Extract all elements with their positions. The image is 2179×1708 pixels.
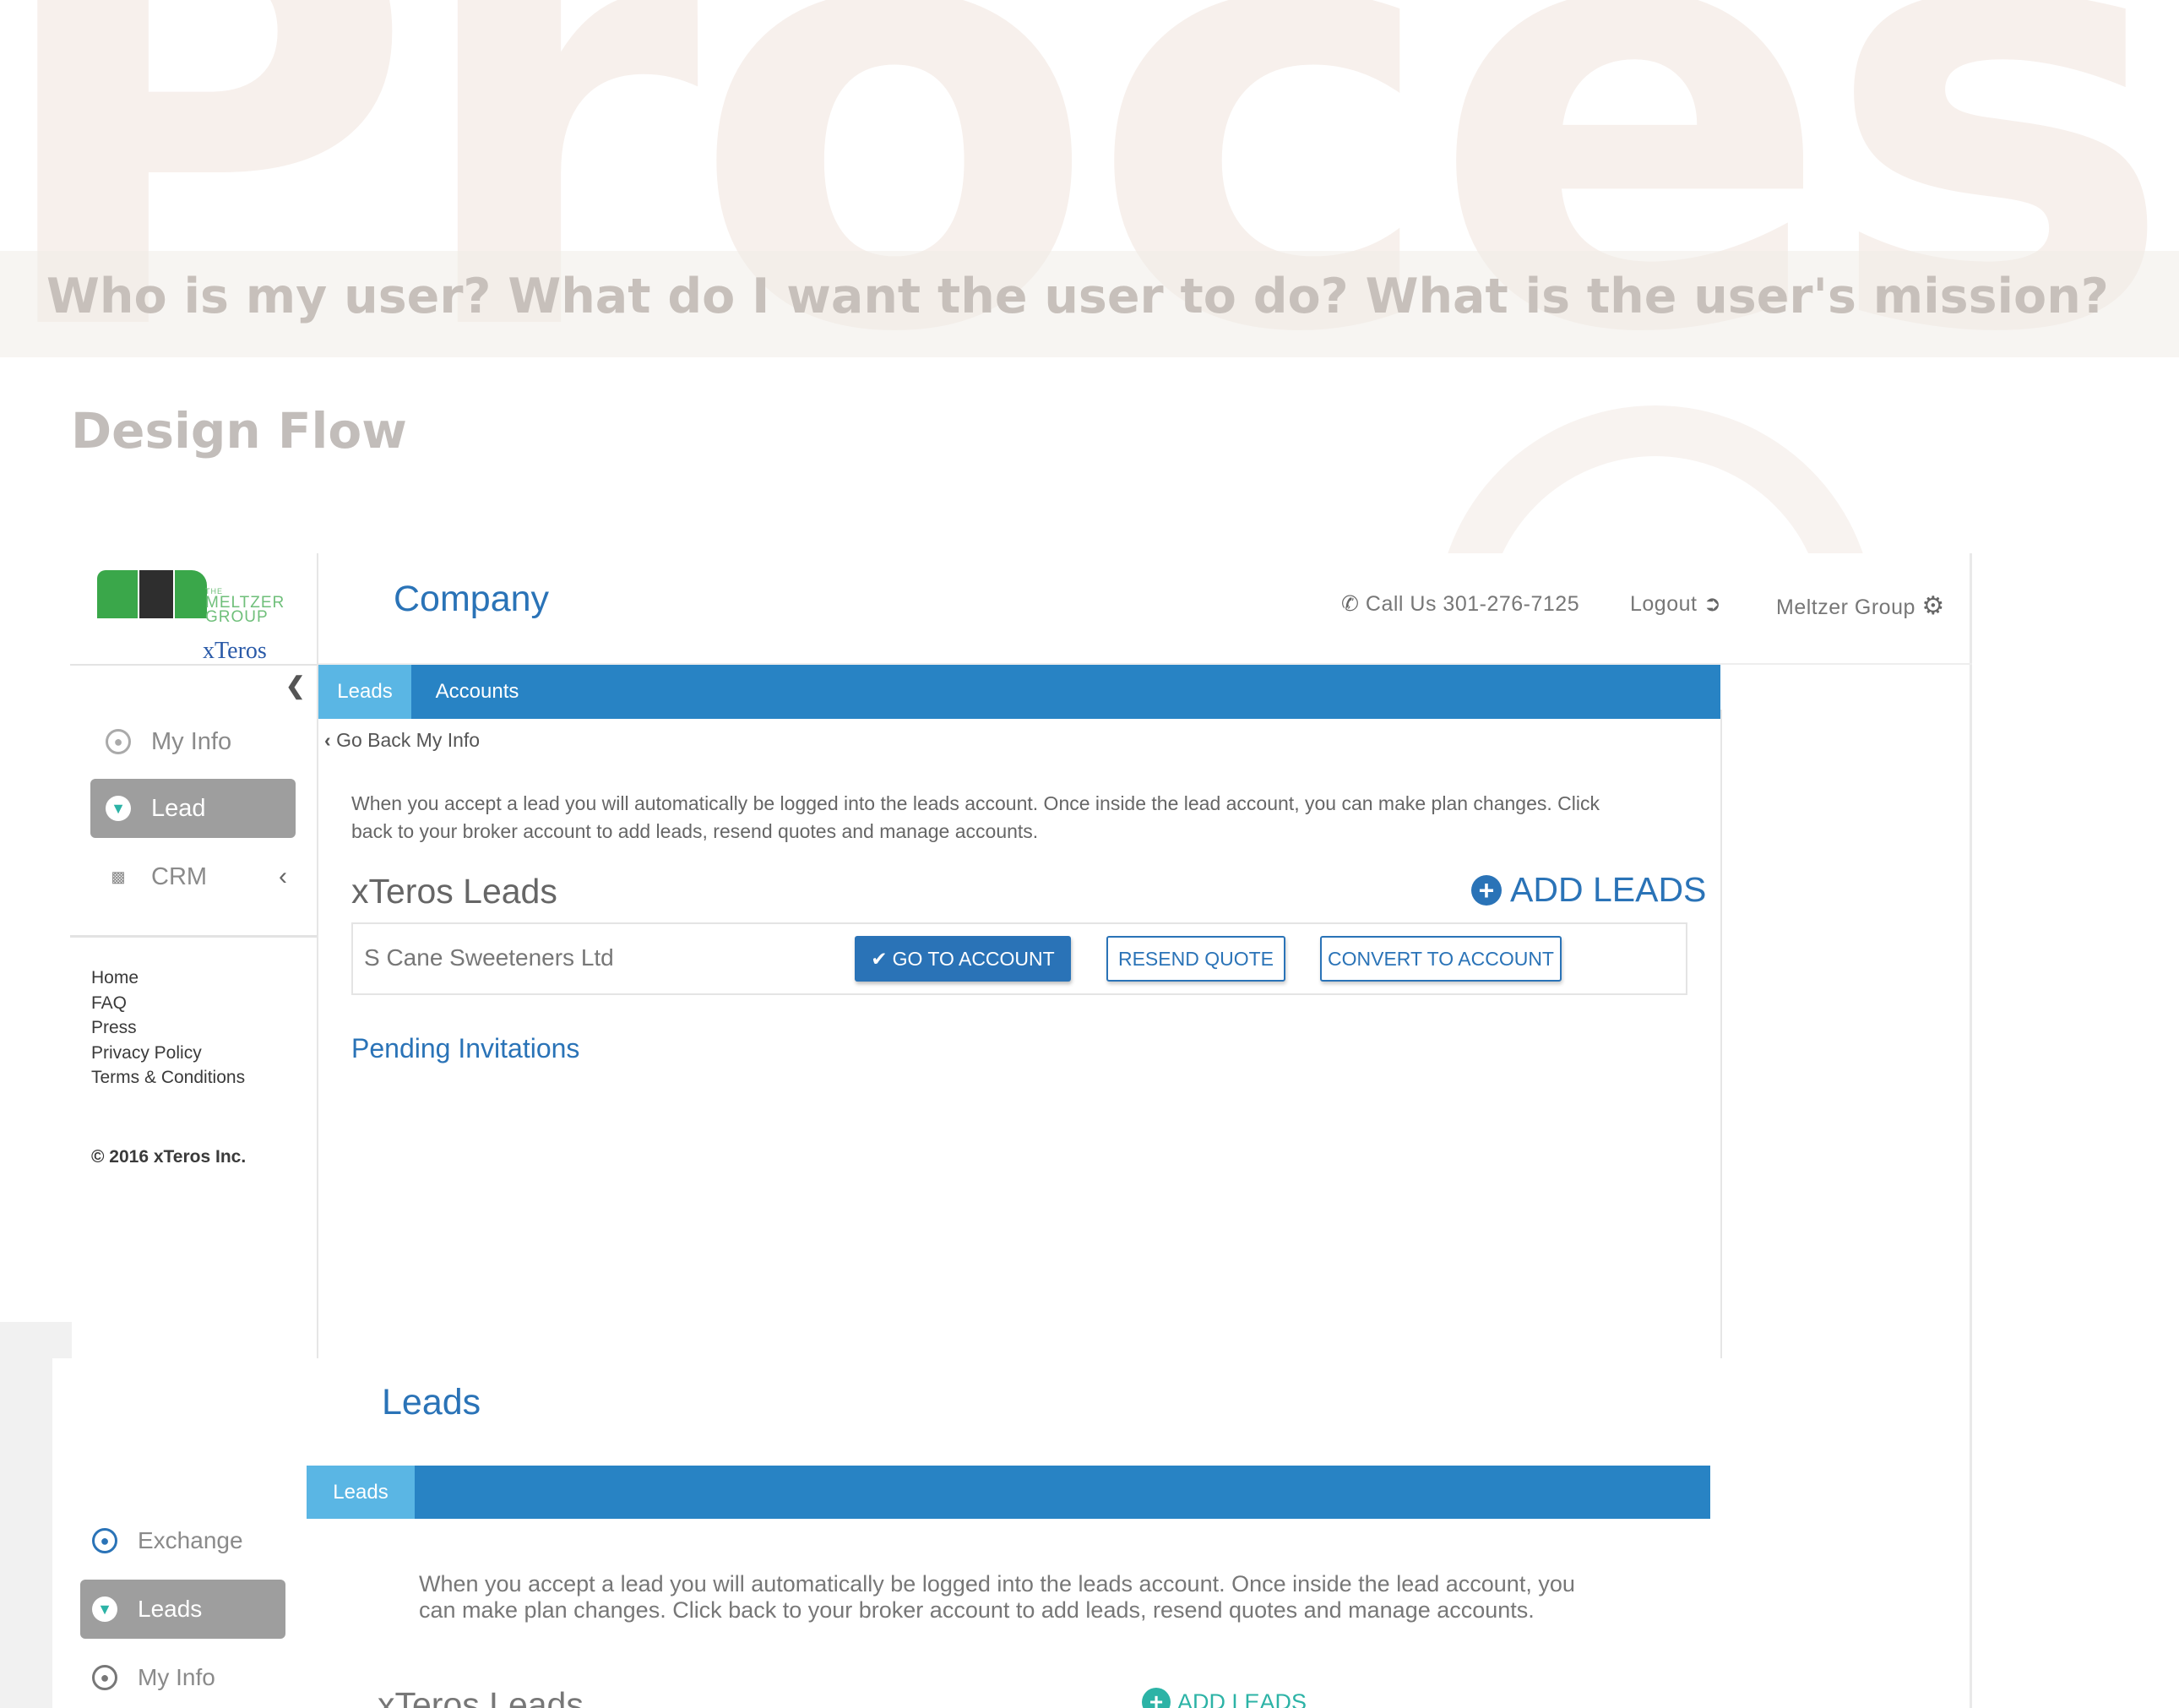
lead-name: S Cane Sweeteners Ltd [364, 944, 614, 971]
xteros-logo: xTeros [203, 638, 267, 664]
mockup-leads-screen [52, 1358, 1970, 1708]
intro-line: can make plan changes. Click back to you… [419, 1597, 1535, 1623]
convert-to-account-button[interactable]: CONVERT TO ACCOUNT [1320, 936, 1562, 982]
funnel-icon: ▼ [92, 1596, 117, 1622]
sidebar-item-label: Leads [138, 1596, 203, 1622]
footer-link-privacy[interactable]: Privacy Policy [91, 1041, 245, 1066]
add-leads-label: ADD LEADS [1177, 1689, 1307, 1708]
content-divider [1720, 710, 1722, 1360]
sidebar-rule [70, 935, 317, 938]
go-to-account-button[interactable]: ✔ GO TO ACCOUNT [855, 936, 1071, 982]
bar-chart-icon: ▩ [111, 868, 126, 885]
mockup-frame-edge [1970, 553, 1972, 1708]
add-leads-label: ADD LEADS [1510, 870, 1707, 909]
page-title: Company [394, 579, 550, 619]
account-menu[interactable]: Meltzer Group ⚙ [1776, 591, 1945, 621]
sidebar-item-label: Exchange [138, 1527, 243, 1553]
intro-line: back to your broker account to add leads… [351, 820, 1039, 842]
copyright: © 2016 xTeros Inc. [91, 1147, 247, 1167]
go-back-link[interactable]: ‹ Go Back My Info [324, 729, 480, 752]
sidebar-item-lead[interactable]: ▼ Lead [90, 779, 296, 838]
tab-bar [307, 1466, 1710, 1519]
pending-invitations-link[interactable]: Pending Invitations [351, 1033, 579, 1064]
plus-circle-icon: + [1471, 874, 1502, 906]
globe-icon: ● [92, 1528, 117, 1553]
plus-circle-icon: + [1142, 1688, 1171, 1708]
collapse-sidebar-icon[interactable]: ❮ [285, 672, 305, 699]
sidebar-item-my-info[interactable]: ● My Info [90, 712, 296, 771]
footer-link-faq[interactable]: FAQ [91, 991, 245, 1016]
funnel-icon: ▼ [106, 796, 131, 821]
page-title: Leads [382, 1382, 481, 1422]
gear-icon: ⚙ [1921, 592, 1945, 620]
tab-accounts[interactable]: Accounts [422, 665, 532, 719]
intro-line: When you accept a lead you will automati… [351, 792, 1600, 814]
user-circle-icon: ● [92, 1665, 117, 1690]
meltzer-logo[interactable]: THE MELTZER GROUP xTeros [97, 570, 291, 664]
add-leads-button[interactable]: + ADD LEADS [1142, 1688, 1307, 1708]
tab-leads[interactable]: Leads [307, 1466, 415, 1519]
chevron-left-icon[interactable]: ‹ [279, 862, 287, 891]
sidebar-item-leads[interactable]: ▼ Leads [80, 1580, 285, 1639]
tab-leads[interactable]: Leads [318, 665, 411, 719]
logo-mark-right [175, 570, 207, 618]
sidebar-item-my-info[interactable]: ● My Info [80, 1648, 285, 1707]
add-leads-button[interactable]: + ADD LEADS [1471, 870, 1706, 910]
chevron-left-icon: ‹ [324, 729, 331, 751]
footer-link-home[interactable]: Home [91, 966, 245, 991]
account-label: Meltzer Group [1776, 596, 1915, 619]
footer-link-terms[interactable]: Terms & Conditions [91, 1065, 245, 1091]
section-title: xTeros Leads [378, 1685, 584, 1708]
logo-mark [97, 570, 138, 618]
phone-icon: ✆ [1341, 592, 1360, 616]
sidebar-item-label: Lead [151, 794, 206, 822]
check-icon: ✔ [871, 947, 888, 970]
section-heading: Design Flow [71, 402, 407, 460]
logo-wordmark: THE MELTZER GROUP [205, 587, 285, 626]
sidebar-item-label: My Info [151, 727, 232, 755]
logo-mark-middle [139, 570, 173, 618]
call-us-link[interactable]: ✆ Call Us 301-276-7125 [1341, 591, 1579, 617]
sidebar-item-crm[interactable]: ▩ CRM ‹ [90, 847, 296, 906]
sidebar-rule [70, 664, 317, 666]
phone-label: Call Us 301-276-7125 [1365, 592, 1580, 616]
sidebar-item-label: My Info [138, 1664, 215, 1690]
section-title: xTeros Leads [351, 872, 557, 911]
go-back-label: Go Back My Info [336, 729, 481, 751]
intro-text: When you accept a lead you will automati… [351, 790, 1694, 846]
design-questions: Who is my user? What do I want the user … [46, 269, 2109, 324]
intro-text: When you accept a lead you will automati… [419, 1571, 1652, 1624]
footer-links: Home FAQ Press Privacy Policy Terms & Co… [91, 966, 245, 1091]
intro-line: When you accept a lead you will automati… [419, 1571, 1575, 1596]
logout-icon: ➲ [1703, 592, 1722, 616]
logout-label: Logout [1630, 592, 1698, 616]
button-label: GO TO ACCOUNT [892, 947, 1055, 970]
resend-quote-button[interactable]: RESEND QUOTE [1106, 936, 1285, 982]
logout-button[interactable]: Logout ➲ [1630, 591, 1721, 617]
footer-link-press[interactable]: Press [91, 1015, 245, 1041]
sidebar-item-label: CRM [151, 862, 208, 890]
logo-group: GROUP [205, 608, 269, 626]
user-circle-icon: ● [106, 729, 131, 754]
sidebar-item-exchange[interactable]: ● Exchange [80, 1511, 285, 1570]
